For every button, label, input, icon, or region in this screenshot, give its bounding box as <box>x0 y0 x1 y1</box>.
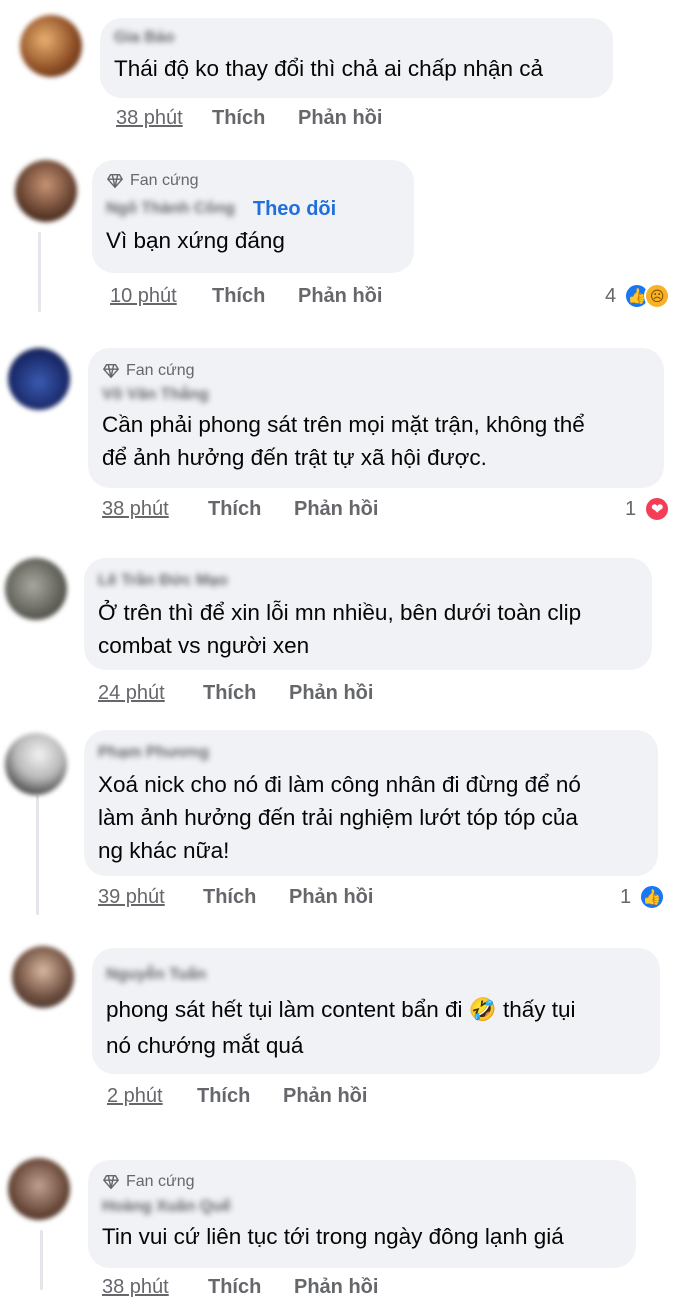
comment-text-line: Ở trên thì để xin lỗi mn nhiều, bên dưới… <box>98 600 582 625</box>
avatar[interactable] <box>5 558 67 620</box>
reaction-count: 1 <box>620 885 632 908</box>
comment-actions: 39 phút Thích Phản hồi <box>98 882 373 912</box>
comment-bubble: Lê Trần Đức Mạo Ở trên thì để xin lỗi mn… <box>84 558 652 670</box>
reaction-count: 1 <box>625 497 637 520</box>
avatar[interactable] <box>12 946 74 1008</box>
comment-text-line: để ảnh hưởng đến trật tự xã hội được. <box>102 445 487 470</box>
commenter-name[interactable]: Hoàng Xuân Quế <box>102 1198 231 1216</box>
reply-button[interactable]: Phản hồi <box>298 285 382 308</box>
reply-button[interactable]: Phản hồi <box>294 498 378 521</box>
comment-text-line: phong sát hết tụi làm content bẩn đi 🤣 t… <box>106 997 576 1022</box>
thread-line <box>38 232 41 312</box>
comment-timestamp[interactable]: 38 phút <box>116 107 212 130</box>
avatar[interactable] <box>15 160 77 222</box>
commenter-name[interactable]: Lê Trần Đức Mạo <box>98 572 228 590</box>
reaction-count: 4 <box>605 284 617 307</box>
like-button[interactable]: Thích <box>208 498 294 521</box>
comment-timestamp[interactable]: 38 phút <box>102 1276 208 1299</box>
commenter-name[interactable]: Gia Bảo <box>114 29 174 47</box>
love-icon: ❤ <box>644 496 671 522</box>
comment-bubble: Fan cứng Ngô Thành Công Theo dõi Vì bạn … <box>92 160 414 273</box>
comment-actions: 2 phút Thích Phản hồi <box>107 1081 367 1111</box>
sad-icon: ☹ <box>644 283 671 309</box>
avatar[interactable] <box>5 733 67 795</box>
comment-text-line: làm ảnh hưởng đến trải nghiệm lướt tóp t… <box>98 805 578 830</box>
comment-bubble: Fan cứng Hoàng Xuân Quế Tin vui cứ liên … <box>88 1160 636 1268</box>
comment-timestamp[interactable]: 24 phút <box>98 682 203 705</box>
diamond-icon <box>103 363 119 379</box>
comment-timestamp[interactable]: 10 phút <box>110 285 212 308</box>
comment-text-line: nó chướng mắt quá <box>106 1033 304 1058</box>
comment-actions: 38 phút Thích Phản hồi <box>102 494 378 524</box>
like-icon: 👍 <box>639 884 666 910</box>
reaction-summary[interactable]: 4 👍 ☹ <box>605 281 671 311</box>
reply-button[interactable]: Phản hồi <box>298 107 382 130</box>
badge-label: Fan cứng <box>126 362 195 379</box>
top-fan-badge: Fan cứng <box>102 1170 622 1194</box>
like-button[interactable]: Thích <box>203 886 289 909</box>
commenter-name[interactable]: Võ Văn Thắng <box>102 386 209 404</box>
diamond-icon <box>107 173 123 189</box>
like-button[interactable]: Thích <box>208 1276 294 1299</box>
comment-actions: 38 phút Thích Phản hồi <box>102 1272 378 1302</box>
avatar[interactable] <box>20 15 82 77</box>
commenter-name[interactable]: Phạm Phương <box>98 744 209 762</box>
comment-text-line: combat vs người xen <box>98 633 310 658</box>
commenter-name[interactable]: Nguyễn Tuấn <box>106 966 206 984</box>
reaction-summary[interactable]: 1 👍 <box>620 882 666 912</box>
comment-timestamp[interactable]: 39 phút <box>98 886 203 909</box>
comment-actions: 38 phút Thích Phản hồi <box>116 103 382 133</box>
like-button[interactable]: Thích <box>197 1085 283 1108</box>
comment-text-line: Cần phải phong sát trên mọi mặt trận, kh… <box>102 412 585 437</box>
diamond-icon <box>103 1174 119 1190</box>
comment-text-line: Vì bạn xứng đáng <box>106 228 285 253</box>
comment-text-line: Xoá nick cho nó đi làm công nhân đi đừng… <box>98 772 581 797</box>
reply-button[interactable]: Phản hồi <box>289 886 373 909</box>
reaction-summary[interactable]: 1 ❤ <box>625 494 671 524</box>
thread-line <box>36 795 39 915</box>
comment-text-line: Tin vui cứ liên tục tới trong ngày đông … <box>102 1224 564 1249</box>
reply-button[interactable]: Phản hồi <box>294 1276 378 1299</box>
comment-actions: 24 phút Thích Phản hồi <box>98 678 373 708</box>
follow-link[interactable]: Theo dõi <box>253 198 336 221</box>
comment-bubble: Fan cứng Võ Văn Thắng Cần phải phong sát… <box>88 348 664 488</box>
badge-label: Fan cứng <box>130 172 199 189</box>
top-fan-badge: Fan cứng <box>102 360 650 382</box>
comment-timestamp[interactable]: 2 phút <box>107 1085 197 1108</box>
comment-actions: 10 phút Thích Phản hồi <box>110 281 382 311</box>
comment-timestamp[interactable]: 38 phút <box>102 498 208 521</box>
comment-text-line: Thái độ ko thay đổi thì chả ai chấp nhận… <box>114 56 544 81</box>
thread-line <box>40 1230 43 1290</box>
top-fan-badge: Fan cứng <box>106 168 400 194</box>
commenter-name[interactable]: Ngô Thành Công <box>106 200 235 218</box>
comment-bubble: Nguyễn Tuấn phong sát hết tụi làm conten… <box>92 948 660 1074</box>
avatar[interactable] <box>8 1158 70 1220</box>
reply-button[interactable]: Phản hồi <box>289 682 373 705</box>
comment-text-line: ng khác nữa! <box>98 838 230 863</box>
like-button[interactable]: Thích <box>212 285 298 308</box>
reply-button[interactable]: Phản hồi <box>283 1085 367 1108</box>
like-button[interactable]: Thích <box>203 682 289 705</box>
comment-bubble: Phạm Phương Xoá nick cho nó đi làm công … <box>84 730 658 876</box>
badge-label: Fan cứng <box>126 1173 195 1190</box>
like-button[interactable]: Thích <box>212 107 298 130</box>
comment-bubble: Gia Bảo Thái độ ko thay đổi thì chả ai c… <box>100 18 613 98</box>
avatar[interactable] <box>8 348 70 410</box>
